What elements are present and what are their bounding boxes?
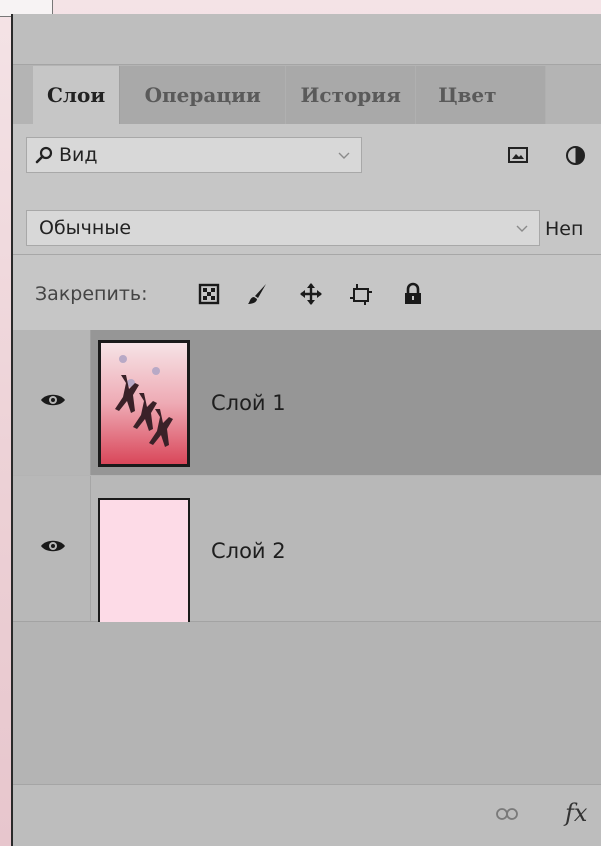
layer-1-thumbnail[interactable] [98, 340, 190, 467]
visibility-column [13, 476, 91, 621]
tab-layers[interactable]: Слои [33, 66, 121, 124]
lock-row: Закрепить: [13, 255, 601, 331]
layers-empty-area [13, 622, 601, 784]
eye-icon[interactable] [40, 392, 66, 408]
opacity-label: Неп [545, 218, 584, 240]
layer-2-thumbnail[interactable] [98, 498, 190, 625]
chevron-down-icon [516, 225, 528, 232]
layer-1-name[interactable]: Слой 1 [211, 391, 286, 415]
adjustment-filter-icon[interactable] [566, 146, 585, 165]
lock-transparent-pixels-icon[interactable] [197, 282, 221, 306]
layer-row-2[interactable]: Слой 2 [13, 476, 601, 625]
lock-label: Закрепить: [35, 283, 148, 305]
search-icon [35, 146, 53, 164]
tab-actions[interactable]: Операции [120, 66, 287, 124]
filter-kind-label: Вид [59, 144, 98, 166]
dancers-image [115, 355, 173, 447]
blend-mode-select[interactable]: Обычные [26, 210, 540, 246]
link-layers-icon[interactable] [496, 807, 518, 821]
tab-color[interactable]: Цвет [416, 66, 547, 124]
panel-header-strip [13, 14, 601, 65]
lock-image-pixels-icon[interactable] [245, 282, 269, 306]
lock-artboard-icon[interactable] [349, 282, 373, 306]
filter-row: Вид [13, 124, 601, 184]
blend-mode-value: Обычные [39, 217, 132, 239]
eye-icon[interactable] [40, 538, 66, 554]
blend-row: Обычные Неп [13, 184, 601, 255]
layers-panel: Слои Операции История Цвет Вид Обычные Н… [11, 14, 601, 846]
layer-filter-select[interactable]: Вид [26, 137, 362, 173]
tab-history[interactable]: История [286, 66, 417, 124]
fx-icon[interactable]: fx [565, 799, 587, 827]
layer-row-1[interactable]: Слой 1 [13, 330, 601, 475]
chevron-down-icon [338, 152, 350, 159]
image-filter-icon[interactable] [508, 147, 528, 163]
lock-position-icon[interactable] [299, 282, 323, 306]
panel-tabs: Слои Операции История Цвет [33, 66, 547, 124]
visibility-column [13, 330, 91, 475]
panel-bottom-toolbar: fx [13, 784, 601, 846]
layer-2-name[interactable]: Слой 2 [211, 539, 286, 563]
lock-all-icon[interactable] [401, 282, 425, 306]
